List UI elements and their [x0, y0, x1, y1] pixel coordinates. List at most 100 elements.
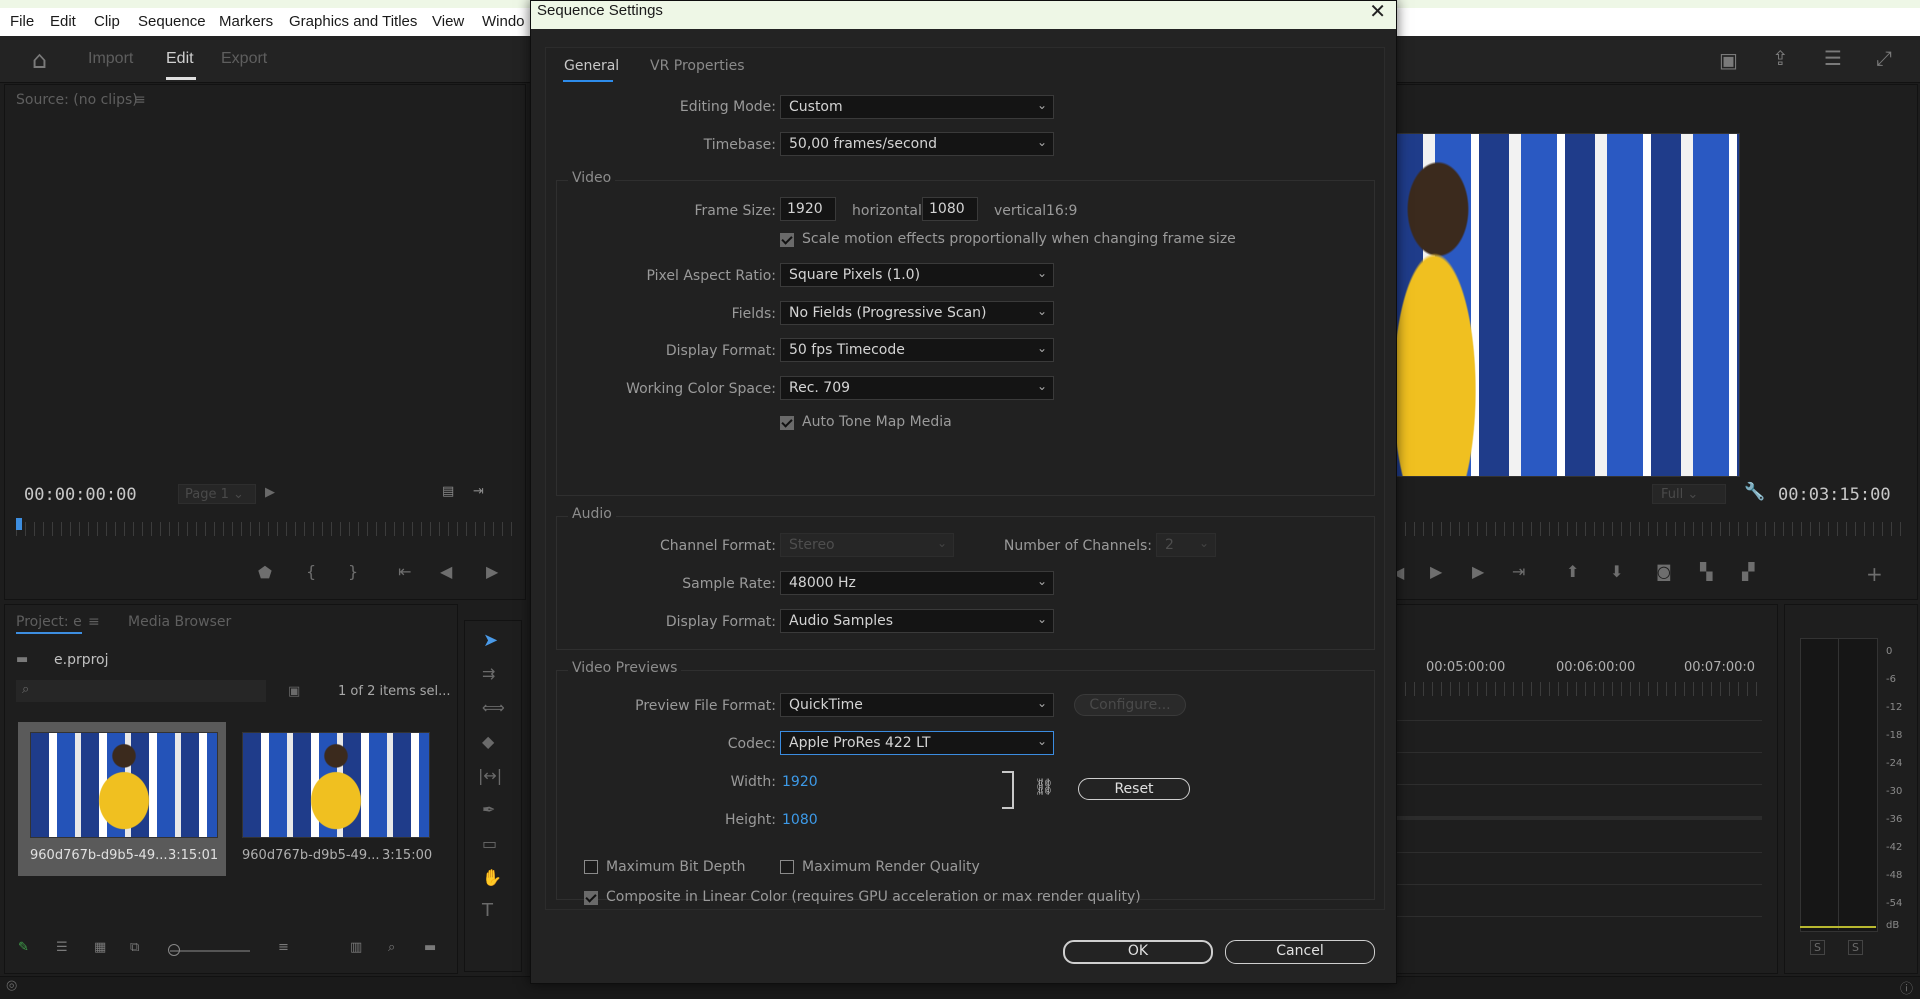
video-display-format-select[interactable]: 50 fps Timecode ⌄: [780, 338, 1054, 362]
tab-export[interactable]: Export: [221, 50, 267, 68]
step-forward-icon[interactable]: ▶: [1472, 562, 1484, 581]
new-bin-icon[interactable]: ▬: [424, 940, 436, 955]
panel-menu-icon[interactable]: ≡: [88, 614, 100, 630]
find-icon[interactable]: ⌕: [388, 940, 395, 955]
timebase-select[interactable]: 50,00 frames/second ⌄: [780, 132, 1054, 156]
multicam-icon[interactable]: ▞: [1742, 562, 1754, 581]
working-color-space-select[interactable]: Rec. 709 ⌄: [780, 376, 1054, 400]
editing-mode-select[interactable]: Custom ⌄: [780, 95, 1054, 119]
menu-clip[interactable]: Clip: [94, 13, 120, 30]
hand-icon[interactable]: ✋: [482, 868, 502, 887]
program-time-ruler[interactable]: [1396, 522, 1904, 536]
share-icon[interactable]: ⇪: [1772, 46, 1789, 70]
extract-icon[interactable]: ⬇: [1610, 562, 1623, 581]
wrench-icon[interactable]: 🔧: [1744, 482, 1765, 502]
rectangle-icon[interactable]: ▭: [482, 834, 497, 853]
selection-tool-icon[interactable]: ➤: [483, 630, 498, 651]
quick-export-icon[interactable]: ▣: [1719, 48, 1738, 72]
auto-tone-map-checkbox[interactable]: [780, 416, 794, 430]
timeline-scrollbar[interactable]: [1396, 816, 1762, 820]
codec-select[interactable]: Apple ProRes 422 LT ⌄: [780, 731, 1054, 755]
frame-height-input[interactable]: 1080: [922, 197, 978, 221]
source-timecode[interactable]: 00:00:00:00: [24, 485, 137, 505]
track-select-icon[interactable]: ⇉: [482, 664, 495, 683]
marker-icon[interactable]: ⬟: [258, 563, 272, 582]
page-next-icon[interactable]: ▶: [265, 485, 275, 500]
go-to-out-icon[interactable]: ⇥: [1512, 562, 1525, 581]
source-panel-title[interactable]: Source: (no clips): [16, 92, 138, 108]
ripple-edit-icon[interactable]: ⟺: [482, 698, 505, 717]
new-bin-icon[interactable]: ▣: [288, 684, 300, 699]
project-search-input[interactable]: [16, 680, 266, 702]
automate-icon[interactable]: ▥: [350, 940, 362, 955]
audio-display-format-select[interactable]: Audio Samples ⌄: [780, 609, 1054, 633]
solo-button[interactable]: S: [1848, 940, 1863, 955]
preview-file-format-select[interactable]: QuickTime ⌄: [780, 693, 1054, 717]
sample-rate-select[interactable]: 48000 Hz ⌄: [780, 571, 1054, 595]
tab-import[interactable]: Import: [88, 50, 133, 68]
tab-general[interactable]: General: [564, 58, 619, 74]
slip-icon[interactable]: |↔|: [478, 766, 502, 785]
list-view-icon[interactable]: ☰: [56, 940, 68, 955]
type-tool-icon[interactable]: T: [482, 900, 493, 921]
menu-edit[interactable]: Edit: [50, 13, 76, 30]
program-video-frame[interactable]: [1392, 133, 1740, 477]
preview-height-value[interactable]: 1080: [782, 812, 818, 828]
step-back-icon[interactable]: ◀: [440, 562, 452, 581]
solo-button[interactable]: S: [1810, 940, 1825, 955]
clip-thumbnail[interactable]: [242, 732, 430, 838]
tab-edit[interactable]: Edit: [166, 50, 194, 68]
sort-icon[interactable]: ≡: [278, 940, 289, 955]
mark-out-icon[interactable]: }: [348, 562, 358, 581]
page-select[interactable]: Page 1 ⌄: [178, 484, 256, 504]
menu-sequence[interactable]: Sequence: [138, 13, 206, 30]
program-timecode[interactable]: 00:03:15:00: [1778, 485, 1891, 505]
reset-button[interactable]: Reset: [1078, 778, 1190, 800]
configure-button[interactable]: Configure...: [1074, 694, 1186, 716]
zoom-slider-handle[interactable]: [168, 944, 180, 956]
comparison-view-icon[interactable]: ▚: [1700, 562, 1712, 581]
extract-icon[interactable]: ⇥: [473, 484, 484, 499]
pen-icon[interactable]: ✒: [482, 800, 495, 819]
icon-view-icon[interactable]: ▦: [94, 940, 106, 955]
tab-project[interactable]: Project: e: [16, 614, 82, 634]
dialog-title-bar[interactable]: Sequence Settings ✕: [531, 1, 1396, 29]
pencil-icon[interactable]: ✎: [18, 940, 29, 955]
link-icon[interactable]: ⛓: [1034, 777, 1054, 796]
tab-vr-properties[interactable]: VR Properties: [650, 58, 745, 74]
frame-width-input[interactable]: 1920: [780, 197, 836, 221]
settings-icon[interactable]: ▤: [442, 484, 454, 499]
clip-thumbnail[interactable]: [30, 732, 218, 838]
zoom-slider[interactable]: [170, 950, 250, 952]
composite-linear-checkbox[interactable]: [584, 891, 598, 905]
camera-icon[interactable]: ◙: [1656, 562, 1672, 581]
panel-menu-icon[interactable]: ≡: [134, 92, 146, 108]
lift-icon[interactable]: ⬆: [1566, 562, 1579, 581]
source-time-ruler[interactable]: [16, 522, 516, 536]
preview-width-value[interactable]: 1920: [782, 774, 818, 790]
play-icon[interactable]: ▶: [1430, 562, 1442, 581]
fields-select[interactable]: No Fields (Progressive Scan) ⌄: [780, 301, 1054, 325]
home-icon[interactable]: ⌂: [32, 46, 47, 74]
scale-motion-checkbox[interactable]: [780, 233, 794, 247]
cancel-button[interactable]: Cancel: [1225, 940, 1375, 964]
ok-button[interactable]: OK: [1063, 940, 1213, 964]
max-bit-depth-checkbox[interactable]: [584, 860, 598, 874]
menu-file[interactable]: File: [10, 13, 34, 30]
razor-icon[interactable]: ◆: [482, 732, 494, 751]
go-to-in-icon[interactable]: ⇤: [398, 562, 411, 581]
channel-format-select[interactable]: Stereo ⌄: [780, 533, 954, 557]
play-icon[interactable]: ▶: [486, 562, 498, 581]
zoom-select[interactable]: Full ⌄: [1652, 484, 1726, 504]
menu-markers[interactable]: Markers: [219, 13, 273, 30]
source-playhead[interactable]: [16, 518, 22, 530]
menu-window[interactable]: Windo: [482, 13, 525, 30]
add-button-icon[interactable]: +: [1866, 562, 1883, 586]
timeline-ruler[interactable]: [1396, 682, 1762, 696]
pixel-aspect-ratio-select[interactable]: Square Pixels (1.0) ⌄: [780, 263, 1054, 287]
tab-media-browser[interactable]: Media Browser: [128, 614, 231, 630]
menu-view[interactable]: View: [432, 13, 464, 30]
menu-graphics-and-titles[interactable]: Graphics and Titles: [289, 13, 417, 30]
max-render-quality-checkbox[interactable]: [780, 860, 794, 874]
number-of-channels-select[interactable]: 2 ⌄: [1156, 533, 1216, 557]
